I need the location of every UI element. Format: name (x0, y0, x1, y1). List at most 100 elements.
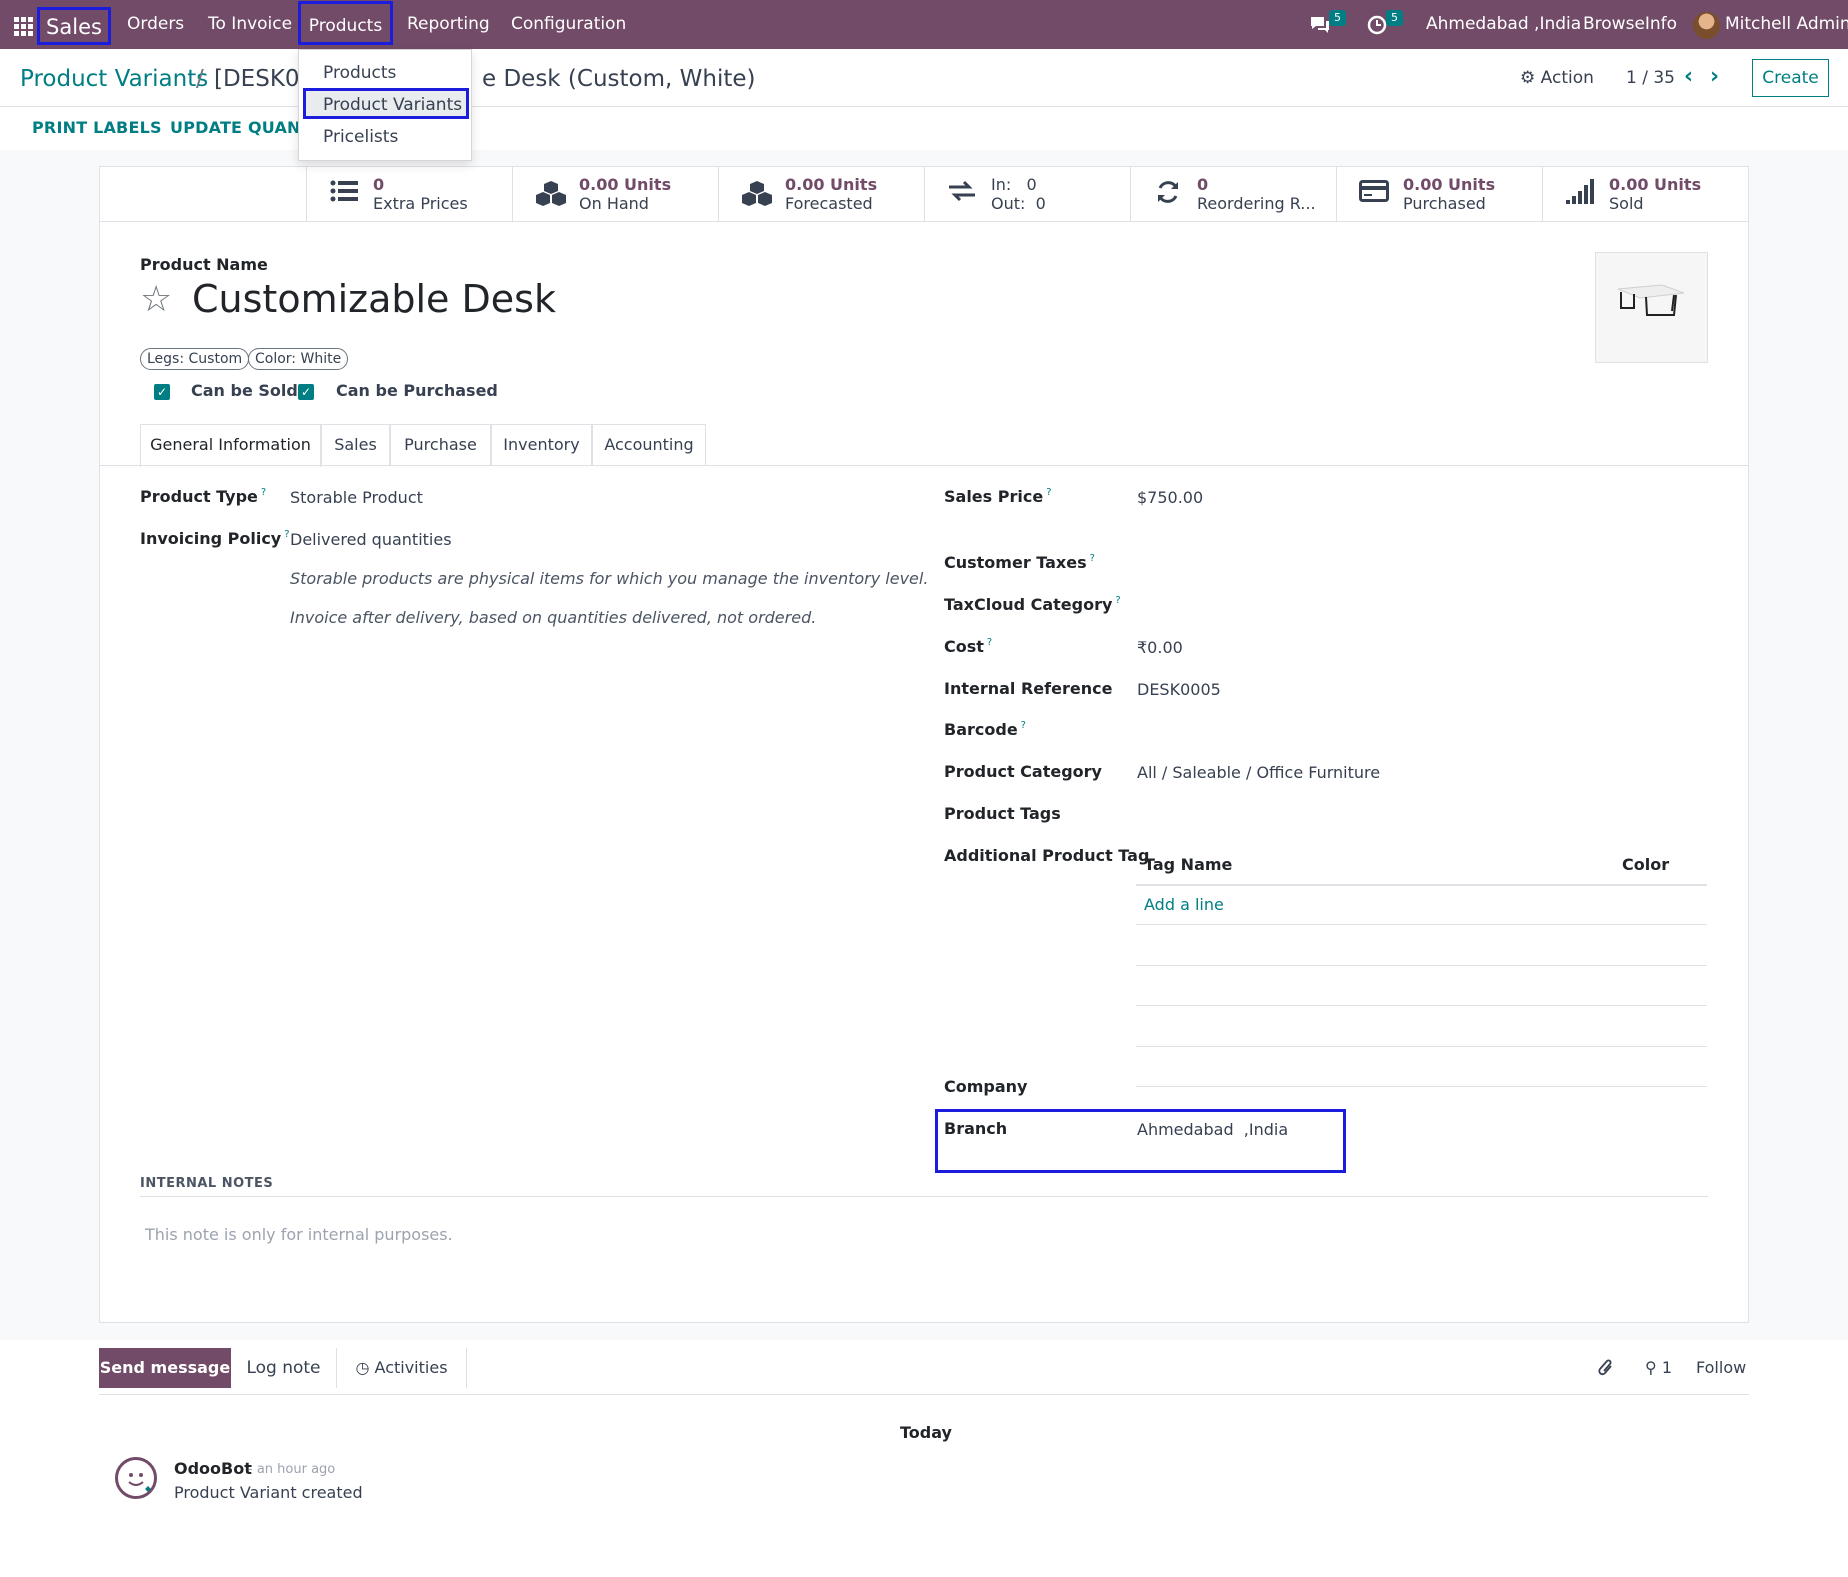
attachment-paperclip-icon[interactable] (1597, 1358, 1615, 1382)
smart-purchased[interactable]: 0.00 Units Purchased (1336, 167, 1542, 222)
message-timestamp: - an hour ago (248, 1462, 336, 1477)
exchange-icon (947, 179, 977, 209)
smart-on-hand[interactable]: 0.00 Units On Hand (512, 167, 718, 222)
internal-notes-divider (140, 1196, 1708, 1197)
product-category-field[interactable]: All / Saleable / Office Furniture (1137, 763, 1380, 782)
cubes-icon (535, 179, 566, 209)
internal-notes-field[interactable]: This note is only for internal purposes. (145, 1225, 453, 1244)
tag-table-row-line (1136, 1086, 1707, 1087)
odoobot-avatar (115, 1457, 157, 1499)
smart-extra-prices[interactable]: 0 Extra Prices (306, 167, 512, 222)
smart-value: 0.00 Units (1403, 175, 1496, 194)
pager-next-icon[interactable]: › (1710, 64, 1719, 89)
tab-purchase[interactable]: Purchase (390, 424, 491, 466)
activity-badge: 5 (1386, 10, 1403, 26)
refresh-icon (1153, 179, 1183, 209)
invoicing-policy-help: Invoice after delivery, based on quantit… (290, 608, 817, 627)
smart-label: Purchased (1403, 194, 1486, 213)
gear-icon: ⚙ (1520, 68, 1536, 88)
branch-field[interactable]: Ahmedabad ,India (1137, 1120, 1288, 1139)
color-column-header[interactable]: Color (1622, 855, 1669, 874)
additional-product-tag-label: Additional Product Tag (944, 846, 1150, 865)
tab-general-information[interactable]: General Information (140, 424, 321, 467)
smart-label: Forecasted (785, 194, 873, 213)
followers-button[interactable]: ⚲ 1 (1645, 1358, 1672, 1377)
smart-value: 0 (373, 175, 385, 194)
favorite-star-icon[interactable]: ☆ (140, 279, 172, 320)
variant-tag-color: Color: White (248, 348, 349, 370)
product-type-field[interactable]: Storable Product (290, 488, 423, 507)
can-be-sold-checkbox[interactable]: ✓ (154, 384, 170, 400)
can-be-purchased-checkbox[interactable]: ✓ (298, 384, 314, 400)
sales-price-field[interactable]: $750.00 (1137, 488, 1203, 507)
log-note-button[interactable]: Log note (231, 1348, 337, 1388)
menu-reporting[interactable]: Reporting (407, 0, 490, 49)
menu-configuration[interactable]: Configuration (511, 0, 626, 49)
smart-reordering-rules[interactable]: 0 Reordering R... (1130, 167, 1336, 222)
message-author[interactable]: OdooBot (174, 1459, 252, 1478)
menu-to-invoice[interactable]: To Invoice (208, 0, 292, 49)
product-type-help: Storable products are physical items for… (290, 569, 929, 588)
tag-table-row-line (1136, 1005, 1707, 1006)
pager-value[interactable]: 1 / 35 (1626, 68, 1675, 88)
followers-count: 1 (1661, 1358, 1672, 1377)
tag-name-column-header[interactable]: Tag Name (1144, 855, 1232, 874)
dropdown-item-products[interactable]: Products (323, 63, 396, 83)
message-body: Product Variant created (174, 1483, 363, 1502)
print-labels-button[interactable]: PRINT LABELS (32, 118, 162, 137)
action-label: Action (1540, 68, 1594, 88)
clock-icon: ◷ (355, 1358, 370, 1377)
form-sheet: 0 Extra Prices 0.00 Units On Hand 0.00 U… (99, 166, 1749, 1323)
cubes-icon (741, 179, 772, 209)
add-a-line-link[interactable]: Add a line (1144, 895, 1224, 914)
internal-reference-field[interactable]: DESK0005 (1137, 680, 1221, 699)
header-divider (0, 106, 1848, 107)
tag-table-row-line (1136, 965, 1707, 966)
tab-divider (100, 465, 1748, 466)
send-message-button[interactable]: Send message (99, 1348, 231, 1388)
menu-orders[interactable]: Orders (127, 0, 184, 49)
tab-inventory[interactable]: Inventory (491, 424, 592, 466)
chat-badge: 5 (1329, 10, 1346, 26)
products-dropdown-menu: Products Product Variants Pricelists (298, 49, 472, 161)
smart-label: Extra Prices (373, 194, 468, 213)
product-name[interactable]: Customizable Desk (192, 277, 556, 321)
dropdown-item-pricelists[interactable]: Pricelists (323, 127, 398, 147)
activities-button[interactable]: ◷ Activities (337, 1348, 467, 1388)
internal-notes-heading: INTERNAL NOTES (140, 1176, 274, 1191)
breadcrumb-current-end: e Desk (Custom, White) (482, 66, 756, 92)
smart-label: On Hand (579, 194, 649, 213)
smart-forecasted[interactable]: 0.00 Units Forecasted (718, 167, 924, 222)
product-tags-label: Product Tags (944, 804, 1061, 823)
user-menu[interactable]: Mitchell Admin (1725, 0, 1848, 49)
create-button[interactable]: Create (1752, 59, 1829, 97)
tag-table-header-line (1136, 884, 1707, 886)
action-button[interactable]: ⚙ Action (1520, 68, 1594, 88)
cost-field[interactable]: ₹0.00 (1137, 638, 1183, 657)
product-image[interactable] (1595, 252, 1708, 363)
can-be-sold-label: Can be Sold (191, 381, 298, 400)
pager-previous-icon[interactable]: ‹ (1684, 64, 1693, 89)
smart-sold[interactable]: 0.00 Units Sold (1542, 167, 1748, 222)
internal-reference-label: Internal Reference (944, 679, 1113, 698)
menu-products[interactable]: Products (298, 1, 393, 45)
app-name-sales[interactable]: Sales (37, 7, 111, 45)
apps-menu-icon[interactable] (14, 0, 36, 49)
dropdown-item-product-variants[interactable]: Product Variants (323, 95, 462, 115)
update-quantity-button[interactable]: UPDATE QUANTI (170, 118, 318, 137)
follow-button[interactable]: Follow (1696, 1358, 1746, 1377)
user-avatar[interactable] (1693, 12, 1720, 39)
user-icon: ⚲ (1645, 1358, 1657, 1377)
product-category-label: Product Category (944, 762, 1102, 781)
tab-sales[interactable]: Sales (321, 424, 390, 466)
top-navbar: Sales Orders To Invoice Products Reporti… (0, 0, 1848, 49)
tab-accounting[interactable]: Accounting (592, 424, 706, 466)
invoicing-policy-field[interactable]: Delivered quantities (290, 530, 452, 549)
browseinfo-company[interactable]: BrowseInfo (1583, 0, 1677, 49)
company-label: Company (944, 1077, 1028, 1096)
breadcrumb-product-variants[interactable]: Product Variants (20, 66, 208, 92)
credit-card-icon (1359, 179, 1389, 209)
product-type-label: Product Type? (140, 487, 267, 506)
branch-switcher[interactable]: Ahmedabad ,India (1426, 0, 1581, 49)
smart-in-out[interactable]: In: 0 Out: 0 (924, 167, 1130, 222)
